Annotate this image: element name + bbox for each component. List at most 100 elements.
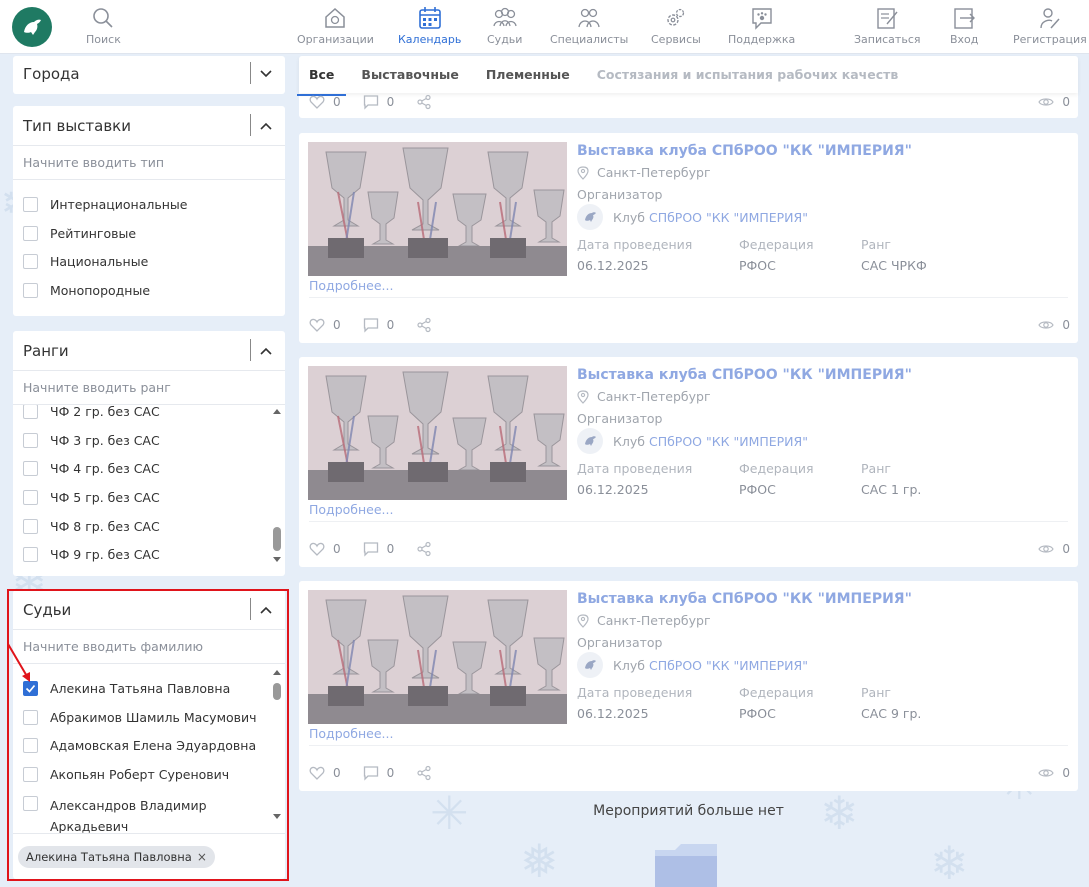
chevron-up-icon[interactable]	[259, 119, 273, 133]
ranks-search-input[interactable]: Начните вводить ранг	[13, 371, 285, 405]
selected-judge-tag[interactable]: Алекина Татьяна Павловна ×	[18, 846, 215, 868]
club-name-link[interactable]: СПбРОО "КК "ИМПЕРИЯ"	[649, 210, 808, 225]
comments[interactable]: 0	[363, 541, 394, 557]
close-icon[interactable]: ×	[197, 850, 207, 864]
judge-option[interactable]: Адамовская Елена Эдуардовна	[13, 731, 285, 760]
event-image[interactable]	[308, 366, 567, 500]
likes[interactable]: 0	[309, 317, 341, 333]
tab-breeding[interactable]: Племенные	[486, 62, 570, 87]
checkbox[interactable]	[23, 709, 38, 725]
share[interactable]	[416, 541, 440, 557]
arrow-annotation-icon	[7, 643, 30, 682]
scroll-down-icon[interactable]	[273, 557, 281, 562]
ranks-scrollbar[interactable]	[272, 409, 282, 569]
judge-option[interactable]: Абракимов Шамиль Масумович	[13, 703, 285, 732]
filter-show-type-title: Тип выставки	[23, 116, 131, 135]
organizer-club[interactable]: Клуб СПбРОО "КК "ИМПЕРИЯ"	[577, 204, 808, 230]
checkbox[interactable]	[23, 405, 38, 419]
judge-option[interactable]: Александров Владимир Аркадьевич	[13, 789, 285, 833]
share[interactable]	[416, 317, 440, 333]
checkbox[interactable]	[23, 547, 38, 563]
tab-working-trials[interactable]: Состязания и испытания рабочих качеств	[597, 62, 899, 87]
checkbox[interactable]	[23, 196, 38, 212]
show-type-search-input[interactable]: Начните вводить тип	[13, 146, 285, 180]
rank-option[interactable]: ЧФ 4 гр. без САС	[13, 454, 285, 483]
judges-scrollbar[interactable]	[272, 670, 282, 828]
filter-ranks-header[interactable]: Ранги	[13, 331, 285, 371]
nav-support[interactable]: Поддержка	[728, 5, 795, 46]
share[interactable]	[416, 94, 440, 110]
nav-judges[interactable]: Судьи	[487, 5, 522, 46]
scroll-up-icon[interactable]	[273, 409, 281, 414]
show-type-option[interactable]: Монопородные	[13, 276, 285, 305]
judge-option[interactable]: Акопьян Роберт Суренович	[13, 760, 285, 789]
judges-search-input[interactable]: Начните вводить фамилию	[13, 630, 285, 664]
more-link[interactable]: Подробнее...	[309, 278, 393, 293]
event-card[interactable]: Выставка клуба СПбРОО "КК "ИМПЕРИЯ" Санк…	[299, 581, 1078, 791]
scrollbar-thumb[interactable]	[273, 527, 281, 551]
scrollbar-thumb[interactable]	[273, 683, 281, 700]
checkbox[interactable]	[23, 738, 38, 754]
likes[interactable]: 0	[309, 765, 341, 781]
event-title-link[interactable]: Выставка клуба СПбРОО "КК "ИМПЕРИЯ"	[577, 591, 912, 607]
date-label: Дата проведения	[577, 685, 693, 700]
organizer-club[interactable]: Клуб СПбРОО "КК "ИМПЕРИЯ"	[577, 428, 808, 454]
chevron-up-icon[interactable]	[259, 344, 273, 358]
chevron-up-icon[interactable]	[259, 603, 273, 617]
rank-option[interactable]: ЧФ 3 гр. без САС	[13, 426, 285, 455]
checkbox[interactable]	[23, 766, 38, 782]
more-link[interactable]: Подробнее...	[309, 502, 393, 517]
event-title-link[interactable]: Выставка клуба СПбРОО "КК "ИМПЕРИЯ"	[577, 143, 912, 159]
checkbox[interactable]	[23, 432, 38, 448]
show-type-option[interactable]: Национальные	[13, 247, 285, 276]
checkbox[interactable]	[23, 795, 38, 811]
checkbox[interactable]	[23, 489, 38, 505]
rank-option[interactable]: ЧФ 5 гр. без САС	[13, 483, 285, 512]
checkbox[interactable]	[23, 461, 38, 477]
scroll-up-icon[interactable]	[273, 670, 281, 675]
judge-option[interactable]: Алекина Татьяна Павловна	[13, 674, 285, 703]
event-title-link[interactable]: Выставка клуба СПбРОО "КК "ИМПЕРИЯ"	[577, 367, 912, 383]
rank-option[interactable]: ЧФ 8 гр. без САС	[13, 512, 285, 541]
nav-register[interactable]: Регистрация	[1013, 5, 1087, 46]
rank-option[interactable]: ЧФ 2 гр. без САС	[13, 405, 285, 426]
club-name-link[interactable]: СПбРОО "КК "ИМПЕРИЯ"	[649, 434, 808, 449]
event-card[interactable]: Выставка клуба СПбРОО "КК "ИМПЕРИЯ" Санк…	[299, 357, 1078, 567]
nav-signup[interactable]: Записаться	[854, 5, 920, 46]
comments[interactable]: 0	[363, 765, 394, 781]
scroll-down-icon[interactable]	[273, 814, 281, 819]
nav-login[interactable]: Вход	[950, 5, 978, 46]
more-link[interactable]: Подробнее...	[309, 726, 393, 741]
rank-option[interactable]: ЧФ 9 гр. без САС	[13, 540, 285, 569]
judge-name-line1: Александров Владимир	[50, 797, 207, 813]
event-card[interactable]: Выставка клуба СПбРОО "КК "ИМПЕРИЯ" Санк…	[299, 133, 1078, 343]
filter-judges-header[interactable]: Судьи	[13, 590, 285, 630]
tab-exhibition[interactable]: Выставочные	[361, 62, 458, 87]
nav-organizations[interactable]: Организации	[297, 5, 374, 46]
likes[interactable]: 0	[309, 541, 341, 557]
checkbox[interactable]	[23, 518, 38, 534]
organizer-club[interactable]: Клуб СПбРОО "КК "ИМПЕРИЯ"	[577, 652, 808, 678]
checkbox[interactable]	[23, 282, 38, 298]
club-name-link[interactable]: СПбРОО "КК "ИМПЕРИЯ"	[649, 658, 808, 673]
nav-search[interactable]: Поиск	[86, 5, 121, 46]
share[interactable]	[416, 765, 440, 781]
filter-cities-header[interactable]: Города	[13, 56, 285, 92]
likes[interactable]: 0	[309, 94, 341, 110]
nav-calendar[interactable]: Календарь	[398, 5, 461, 46]
chevron-down-icon[interactable]	[259, 67, 273, 81]
comments[interactable]: 0	[363, 94, 394, 110]
tab-all[interactable]: Все	[296, 62, 348, 96]
filter-show-type-header[interactable]: Тип выставки	[13, 106, 285, 146]
checkbox[interactable]	[23, 254, 38, 270]
show-type-option[interactable]: Интернациональные	[13, 190, 285, 219]
event-image[interactable]	[308, 142, 567, 276]
nav-specialists[interactable]: Специалисты	[550, 5, 628, 46]
comments[interactable]: 0	[363, 317, 394, 333]
nav-services[interactable]: Сервисы	[651, 5, 701, 46]
site-logo[interactable]	[12, 7, 52, 47]
checkbox[interactable]	[23, 225, 38, 241]
event-image[interactable]	[308, 590, 567, 724]
show-type-option[interactable]: Рейтинговые	[13, 219, 285, 248]
option-label: ЧФ 3 гр. без САС	[50, 432, 160, 448]
